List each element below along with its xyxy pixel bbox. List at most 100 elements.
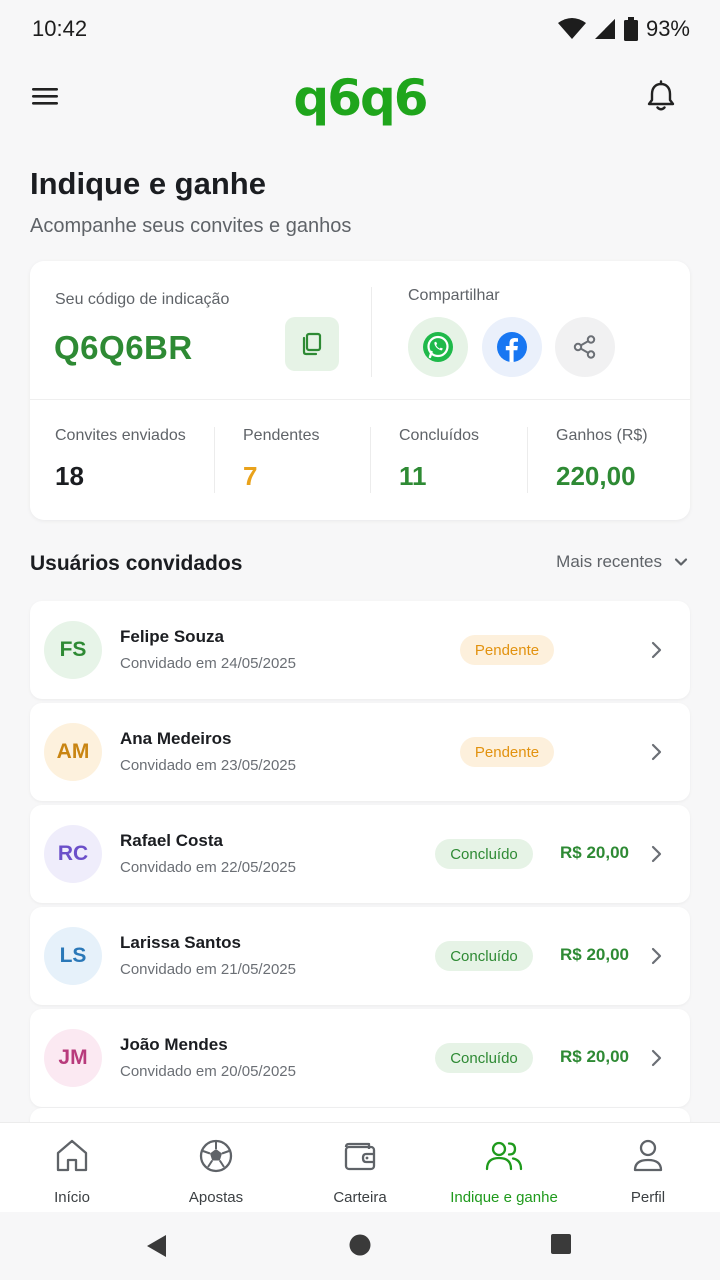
battery-icon	[623, 17, 638, 41]
soccer-ball-icon	[199, 1139, 233, 1173]
nav-item-refer[interactable]: Indique e ganhe	[432, 1123, 576, 1212]
avatar: RC	[44, 825, 102, 883]
stat-value: 18	[55, 461, 84, 491]
sort-value: Mais recentes	[556, 552, 662, 571]
chevron-right-icon	[651, 641, 662, 659]
status-time: 10:42	[32, 16, 88, 41]
user-name: Felipe Souza	[120, 627, 224, 646]
user-name: Larissa Santos	[120, 933, 241, 952]
list-item[interactable]: AM Ana Medeiros Convidado em 23/05/2025 Pen…	[30, 703, 690, 801]
system-navigation-bar	[0, 1212, 720, 1280]
status-badge: Pendente	[460, 635, 554, 665]
card-horizontal-divider	[30, 399, 690, 400]
wallet-icon	[344, 1142, 376, 1171]
hamburger-menu-icon	[32, 88, 58, 105]
share-label: Compartilhar	[408, 287, 500, 304]
chevron-down-icon	[674, 558, 688, 566]
nav-label: Carteira	[333, 1189, 387, 1206]
sort-dropdown[interactable]: Mais recentes	[556, 552, 688, 572]
invite-date: Convidado em 21/05/2025	[120, 961, 296, 978]
reward-amount: R$ 20,00	[560, 843, 629, 862]
card-divider	[371, 287, 372, 377]
share-more-button[interactable]	[555, 317, 615, 377]
chevron-right-icon	[651, 947, 662, 965]
nav-label: Indique e ganhe	[450, 1189, 558, 1206]
bell-icon	[647, 80, 675, 111]
reward-amount: R$ 20,00	[560, 1047, 629, 1066]
nav-label: Perfil	[630, 1189, 666, 1206]
app-header: q6q6	[0, 58, 720, 140]
list-item[interactable]: RC Rafael Costa Convidado em 22/05/2025 Con…	[30, 805, 690, 903]
chevron-right-icon	[651, 1049, 662, 1067]
users-icon	[485, 1141, 523, 1171]
status-badge: Concluído	[435, 1043, 533, 1073]
page-subtitle: Acompanhe seus convites e ganhos	[30, 215, 352, 237]
stat-value: 11	[399, 461, 427, 491]
nav-item-home[interactable]: Início	[0, 1123, 144, 1212]
invite-date: Convidado em 20/05/2025	[120, 1063, 296, 1080]
share-facebook-button[interactable]	[482, 317, 542, 377]
copy-icon	[302, 332, 322, 356]
status-badge: Concluído	[435, 941, 533, 971]
stat-divider	[214, 427, 215, 493]
nav-item-wallet[interactable]: Carteira	[288, 1123, 432, 1212]
app-logo[interactable]: q6q6	[293, 73, 428, 123]
battery-level: 93%	[645, 16, 690, 41]
whatsapp-icon	[423, 332, 453, 362]
stat-earnings: Ganhos (R$) 220,00	[556, 427, 648, 492]
reward-amount: R$ 20,00	[560, 945, 629, 964]
nav-item-bets[interactable]: Apostas	[144, 1123, 288, 1212]
stat-pending: Pendentes 7	[243, 427, 320, 492]
nav-label: Início	[54, 1189, 90, 1206]
recents-icon[interactable]	[551, 1234, 571, 1254]
invite-date: Convidado em 24/05/2025	[120, 655, 296, 672]
home-icon	[56, 1139, 88, 1172]
invited-users-title: Usuários convidados	[30, 552, 243, 575]
avatar: JM	[44, 1029, 102, 1087]
list-item[interactable]: LS Larissa Santos Convidado em 21/05/2025 C…	[30, 907, 690, 1005]
status-badge: Pendente	[460, 737, 554, 767]
page-title: Indique e ganhe	[30, 166, 266, 201]
person-icon	[633, 1139, 663, 1172]
avatar: AM	[44, 723, 102, 781]
facebook-icon	[497, 332, 527, 362]
list-item[interactable]: FS Felipe Souza Convidado em 24/05/2025 Pen…	[30, 601, 690, 699]
avatar: FS	[44, 621, 102, 679]
stat-value: 220,00	[556, 461, 636, 491]
bottom-navigation: Início Apostas Carteira Indique e ganhe …	[0, 1122, 720, 1212]
share-whatsapp-button[interactable]	[408, 317, 468, 377]
menu-button[interactable]	[30, 84, 64, 114]
status-icons: 93%	[557, 16, 690, 42]
user-name: Rafael Costa	[120, 831, 223, 850]
chevron-right-icon	[651, 845, 662, 863]
nav-label: Apostas	[188, 1189, 244, 1206]
referral-card: Seu código de indicação Q6Q6BR Compartil…	[30, 261, 690, 520]
status-badge: Concluído	[435, 839, 533, 869]
referral-code-label: Seu código de indicação	[55, 291, 230, 308]
nav-item-profile[interactable]: Perfil	[576, 1123, 720, 1212]
cell-signal-icon	[594, 19, 615, 39]
stat-label: Concluídos	[399, 427, 480, 444]
stat-label: Ganhos (R$)	[556, 427, 648, 444]
share-icon	[573, 335, 596, 359]
list-item[interactable]: JM João Mendes Convidado em 20/05/2025 Conc…	[30, 1009, 690, 1107]
stat-label: Convites enviados	[55, 427, 186, 444]
stat-invites-sent: Convites enviados 18	[55, 427, 186, 492]
chevron-right-icon	[651, 743, 662, 761]
status-bar: 10:42 93%	[0, 0, 720, 58]
home-circle-icon[interactable]	[349, 1234, 371, 1256]
invite-date: Convidado em 23/05/2025	[120, 757, 296, 774]
invite-date: Convidado em 22/05/2025	[120, 859, 296, 876]
notifications-button[interactable]	[646, 80, 680, 116]
stat-completed: Concluídos 11	[399, 427, 479, 492]
stat-divider	[370, 427, 371, 493]
stat-divider	[527, 427, 528, 493]
user-name: Ana Medeiros	[120, 729, 232, 748]
stat-label: Pendentes	[243, 427, 320, 444]
user-name: João Mendes	[120, 1035, 228, 1054]
copy-code-button[interactable]	[285, 317, 339, 371]
referral-code: Q6Q6BR	[54, 329, 193, 366]
wifi-icon	[557, 18, 586, 39]
back-icon[interactable]	[146, 1234, 168, 1258]
avatar: LS	[44, 927, 102, 985]
